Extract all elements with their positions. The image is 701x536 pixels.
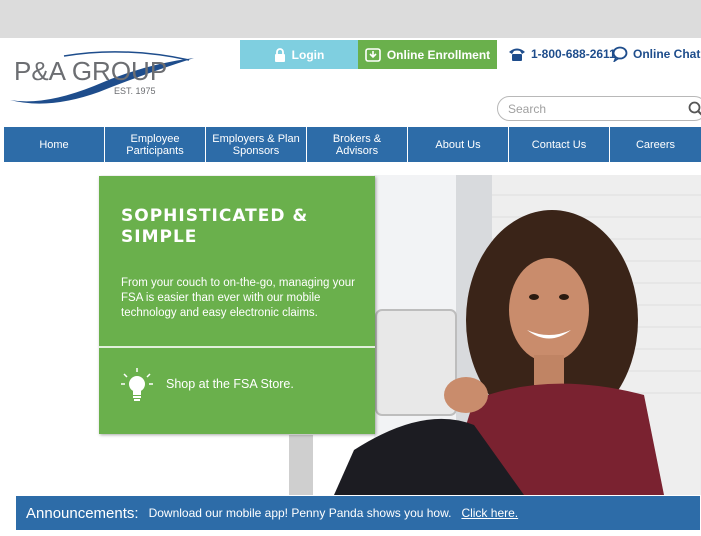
lock-icon	[274, 47, 285, 62]
main-nav: Home Employee Participants Employers & P…	[4, 127, 701, 162]
promo-card: SOPHISTICATED & SIMPLE From your couch t…	[99, 176, 375, 434]
chat-bubble-icon	[612, 46, 628, 62]
nav-brokers-advisors[interactable]: Brokers & Advisors	[307, 127, 408, 162]
lightbulb-icon	[121, 368, 153, 401]
announcements-bar: Announcements: Download our mobile app! …	[16, 496, 700, 530]
online-chat-link[interactable]: Online Chat	[612, 42, 700, 66]
nav-about-label: About Us	[435, 138, 481, 151]
nav-employers-plan-sponsors[interactable]: Employers & Plan Sponsors	[206, 127, 307, 162]
logo-est: EST. 1975	[114, 86, 156, 96]
phone-number: 1-800-688-2611	[531, 47, 616, 61]
browser-top-strip	[0, 0, 701, 38]
nav-employee-participants[interactable]: Employee Participants	[105, 127, 206, 162]
nav-about-us[interactable]: About Us	[408, 127, 509, 162]
nav-employers-label: Employers & Plan Sponsors	[212, 132, 300, 157]
login-label: Login	[291, 47, 325, 62]
phone-link[interactable]: 1-800-688-2611	[508, 42, 616, 66]
enrollment-icon	[365, 47, 381, 62]
phone-icon	[509, 48, 525, 61]
promo-title: SOPHISTICATED & SIMPLE	[121, 206, 309, 247]
announcements-link[interactable]: Click here.	[461, 506, 518, 520]
page: P&A GROUP EST. 1975 Login Online Enrollm…	[0, 0, 701, 536]
promo-body: From your couch to on-the-go, managing y…	[121, 277, 355, 319]
announcements-label: Announcements:	[26, 504, 139, 522]
login-button[interactable]: Login	[240, 40, 358, 69]
search-icon[interactable]	[688, 101, 701, 117]
nav-careers[interactable]: Careers	[610, 127, 701, 162]
pa-group-logo[interactable]: P&A GROUP EST. 1975	[4, 48, 204, 110]
nav-careers-label: Careers	[635, 138, 676, 151]
nav-home-label: Home	[39, 138, 69, 151]
online-enrollment-button[interactable]: Online Enrollment	[358, 40, 497, 69]
search-box[interactable]	[497, 96, 701, 121]
hero-banner: SOPHISTICATED & SIMPLE From your couch t…	[4, 175, 701, 495]
nav-brokers-label: Brokers & Advisors	[332, 132, 382, 157]
fsa-store-link[interactable]: Shop at the FSA Store.	[166, 377, 294, 391]
logo-wordmark: P&A GROUP	[14, 56, 168, 86]
announcements-text: Download our mobile app! Penny Panda sho…	[148, 506, 452, 520]
chat-label: Online Chat	[633, 47, 701, 61]
nav-employee-participants-label: Employee Participants	[126, 132, 184, 157]
promo-divider	[99, 346, 375, 348]
nav-contact-label: Contact Us	[531, 138, 587, 151]
enrollment-label: Online Enrollment	[386, 47, 491, 62]
search-input[interactable]	[508, 99, 668, 119]
nav-home[interactable]: Home	[4, 127, 105, 162]
nav-contact-us[interactable]: Contact Us	[509, 127, 610, 162]
